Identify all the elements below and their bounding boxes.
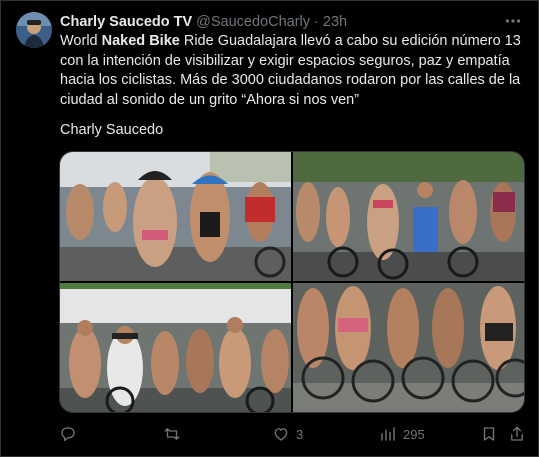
reply-icon [59, 425, 77, 443]
photo-4[interactable] [293, 283, 524, 412]
tweet[interactable]: Charly Saucedo TV @SaucedoCharly · 23h W… [0, 0, 539, 457]
retweet-icon [163, 425, 181, 443]
views-count: 295 [403, 426, 425, 442]
photo-3[interactable] [60, 283, 291, 412]
retweet-button[interactable] [163, 425, 187, 443]
tweet-text-bold: Naked Bike [101, 33, 180, 49]
views-icon [379, 425, 397, 443]
more-icon[interactable] [502, 11, 524, 31]
author-handle[interactable]: @SaucedoCharly [196, 14, 310, 30]
tweet-signature: Charly Saucedo [60, 122, 164, 138]
tweet-text-prefix: World [60, 33, 102, 49]
share-icon [508, 425, 526, 443]
author-name[interactable]: Charly Saucedo TV [60, 14, 192, 30]
photo-2[interactable] [293, 152, 524, 281]
share-button[interactable] [508, 425, 526, 443]
heart-icon [272, 425, 290, 443]
avatar[interactable] [16, 12, 52, 48]
timestamp[interactable]: 23h [323, 14, 347, 30]
like-button[interactable]: 3 [272, 425, 303, 443]
bookmark-icon [480, 425, 498, 443]
tweet-header: Charly Saucedo TV @SaucedoCharly · 23h [60, 12, 526, 32]
separator-dot: · [314, 14, 319, 30]
action-bar: 3 295 [59, 423, 525, 445]
photo-1[interactable] [60, 152, 291, 281]
like-count: 3 [296, 426, 304, 442]
media-grid [59, 151, 525, 413]
bookmark-button[interactable] [480, 425, 498, 443]
views-button[interactable]: 295 [379, 425, 425, 443]
reply-button[interactable] [59, 425, 83, 443]
tweet-text: World Naked Bike Ride Guadalajara llevó … [60, 32, 528, 110]
